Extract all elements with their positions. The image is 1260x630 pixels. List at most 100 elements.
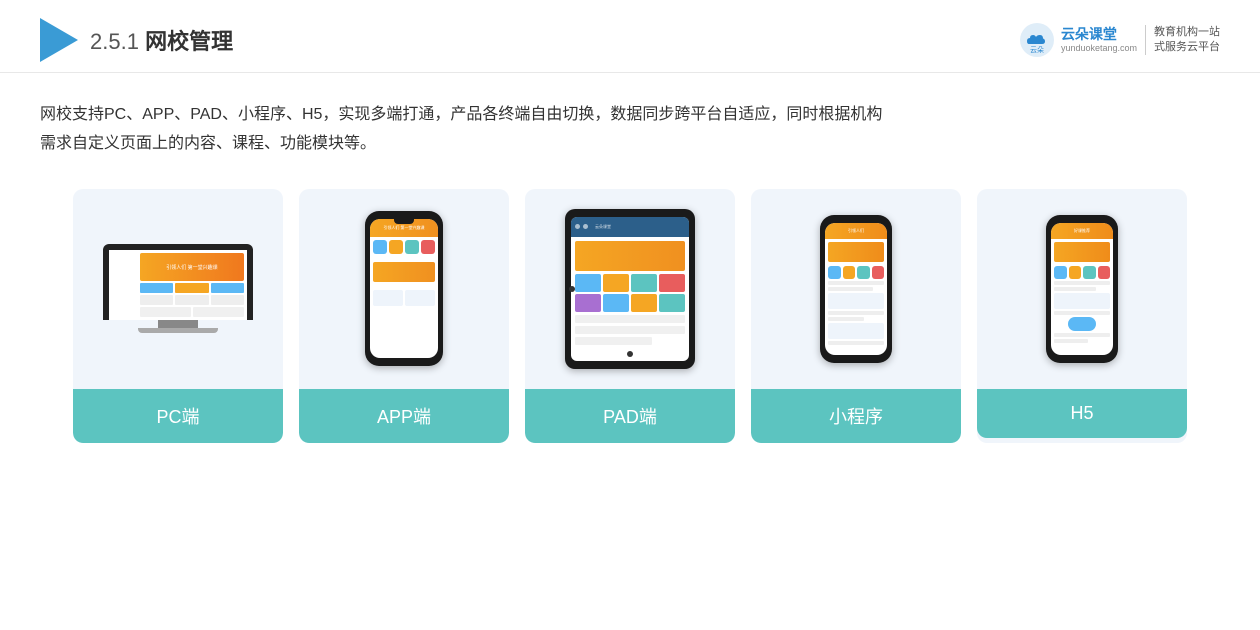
mp-block1	[828, 293, 884, 309]
tablet-grid-item8	[659, 294, 685, 312]
pc-banner-text: 引领人们 第一堂兴趣课	[166, 264, 217, 271]
app-header-text: 引领人们 第一堂兴趣课	[383, 225, 424, 231]
miniprogram-label: 小程序	[751, 389, 961, 443]
tablet-grid-item7	[631, 294, 657, 312]
pc-block3	[211, 283, 244, 293]
h5-icon-row	[1054, 266, 1110, 279]
phone-icon1	[373, 240, 387, 254]
h5-button[interactable]	[1068, 317, 1096, 331]
pc-label: PC端	[73, 389, 283, 443]
description-line2: 需求自定义页面上的内容、课程、功能模块等。	[40, 135, 376, 152]
pc-block4	[140, 295, 173, 305]
h5-card: 好课推荐	[977, 189, 1187, 443]
device-cards-section: 引领人们 第一堂兴趣课	[0, 169, 1260, 463]
slogan-line2: 式服务云平台	[1154, 40, 1220, 55]
pad-card: 云朵课堂	[525, 189, 735, 443]
header-right: 云朵 云朵课堂 yunduoketang.com 教育机构一站 式服务云平台	[1019, 22, 1220, 58]
pc-block8	[193, 307, 244, 317]
tablet-nav-dot2	[583, 224, 588, 229]
pc-banner: 引领人们 第一堂兴趣课	[140, 253, 244, 281]
pc-block2	[175, 283, 208, 293]
phone-icon2	[389, 240, 403, 254]
app-card: 引领人们 第一堂兴趣课	[299, 189, 509, 443]
pc-block6	[211, 295, 244, 305]
app-mockup: 引领人们 第一堂兴趣课	[365, 211, 443, 366]
tablet-grid	[575, 274, 685, 312]
svg-text:云朵: 云朵	[1030, 46, 1044, 54]
app-image-area: 引领人们 第一堂兴趣课	[299, 189, 509, 389]
mp-banner1	[828, 242, 884, 262]
mp-text1	[828, 281, 884, 285]
pad-image-area: 云朵课堂	[525, 189, 735, 389]
mini-phone-outer2: 好课推荐	[1046, 215, 1118, 363]
mini-phone-outer1: 引领人们	[820, 215, 892, 363]
mini-phone-screen1: 引领人们	[825, 223, 887, 355]
h5-icon2	[1069, 266, 1082, 279]
phone-icon-row	[373, 240, 435, 254]
h5-text2	[1054, 287, 1096, 291]
tablet-list1	[575, 315, 685, 323]
phone-outer: 引领人们 第一堂兴趣课	[365, 211, 443, 366]
phone-mini-row	[373, 290, 435, 306]
tablet-grid-item1	[575, 274, 601, 292]
mini-phone-header2: 好课推荐	[1051, 223, 1113, 239]
page-container: 2.5.1 网校管理 云朵 云朵课堂 yunduoketang.com 教育机	[0, 0, 1260, 630]
pc-block1	[140, 283, 173, 293]
slogan-line1: 教育机构一站	[1154, 25, 1220, 40]
pc-image-area: 引领人们 第一堂兴趣课	[73, 189, 283, 389]
pc-stand	[158, 320, 198, 328]
mini-phone-screen2: 好课推荐	[1051, 223, 1113, 355]
mp-icon3	[857, 266, 870, 279]
header-left: 2.5.1 网校管理	[40, 18, 233, 62]
app-label: APP端	[299, 389, 509, 443]
mini-phone-body1	[825, 239, 887, 348]
brand-name: 云朵课堂	[1061, 26, 1117, 43]
tablet-nav-text: 云朵课堂	[595, 224, 611, 230]
mini-phone-body2	[1051, 239, 1113, 346]
description-section: 网校支持PC、APP、PAD、小程序、H5，实现多端打通，产品各终端自由切换，数…	[0, 73, 1260, 169]
pc-screen-content: 引领人们 第一堂兴趣课	[109, 250, 247, 320]
h5-block1	[1054, 293, 1110, 309]
section-number: 2.5.1	[90, 29, 139, 54]
pc-base	[138, 328, 218, 333]
tablet-screen: 云朵课堂	[571, 217, 689, 361]
h5-image-area: 好课推荐	[977, 189, 1187, 389]
tablet-grid-item4	[659, 274, 685, 292]
pc-block5	[175, 295, 208, 305]
tablet-button	[627, 351, 633, 357]
tablet-banner	[575, 241, 685, 271]
pc-card: 引领人们 第一堂兴趣课	[73, 189, 283, 443]
miniprogram-image-area: 引领人们	[751, 189, 961, 389]
mp-icon1	[828, 266, 841, 279]
pc-screen-outer: 引领人们 第一堂兴趣课	[103, 244, 253, 320]
h5-icon3	[1083, 266, 1096, 279]
tablet-camera	[569, 286, 575, 292]
tablet-screen-header: 云朵课堂	[571, 217, 689, 237]
mp-header-text: 引领人们	[848, 228, 864, 234]
h5-label: H5	[977, 389, 1187, 438]
mp-text4	[828, 317, 864, 321]
brand-logo: 云朵 云朵课堂 yunduoketang.com	[1019, 22, 1137, 58]
pc-block7	[140, 307, 191, 317]
phone-icon3	[405, 240, 419, 254]
mini-phone-header1: 引领人们	[825, 223, 887, 239]
brand-text: 云朵课堂 yunduoketang.com	[1061, 26, 1137, 54]
pc-main: 引领人们 第一堂兴趣课	[137, 250, 247, 320]
phone-banner	[373, 262, 435, 282]
pad-mockup: 云朵课堂	[565, 209, 695, 369]
miniprogram-card: 引领人们	[751, 189, 961, 443]
tablet-nav-dot1	[575, 224, 580, 229]
miniprogram-mockup: 引领人们	[820, 215, 892, 363]
phone-screen: 引领人们 第一堂兴趣课	[370, 219, 438, 358]
pc-row1	[140, 283, 244, 293]
pc-row2	[140, 295, 244, 305]
tablet-grid-item3	[631, 274, 657, 292]
pad-label: PAD端	[525, 389, 735, 443]
tablet-grid-item5	[575, 294, 601, 312]
h5-text1	[1054, 281, 1110, 285]
mp-icon2	[843, 266, 856, 279]
phone-screen-body	[370, 237, 438, 313]
h5-icon1	[1054, 266, 1067, 279]
pc-mockup: 引领人们 第一堂兴趣课	[103, 244, 253, 333]
page-title: 2.5.1 网校管理	[90, 24, 233, 56]
